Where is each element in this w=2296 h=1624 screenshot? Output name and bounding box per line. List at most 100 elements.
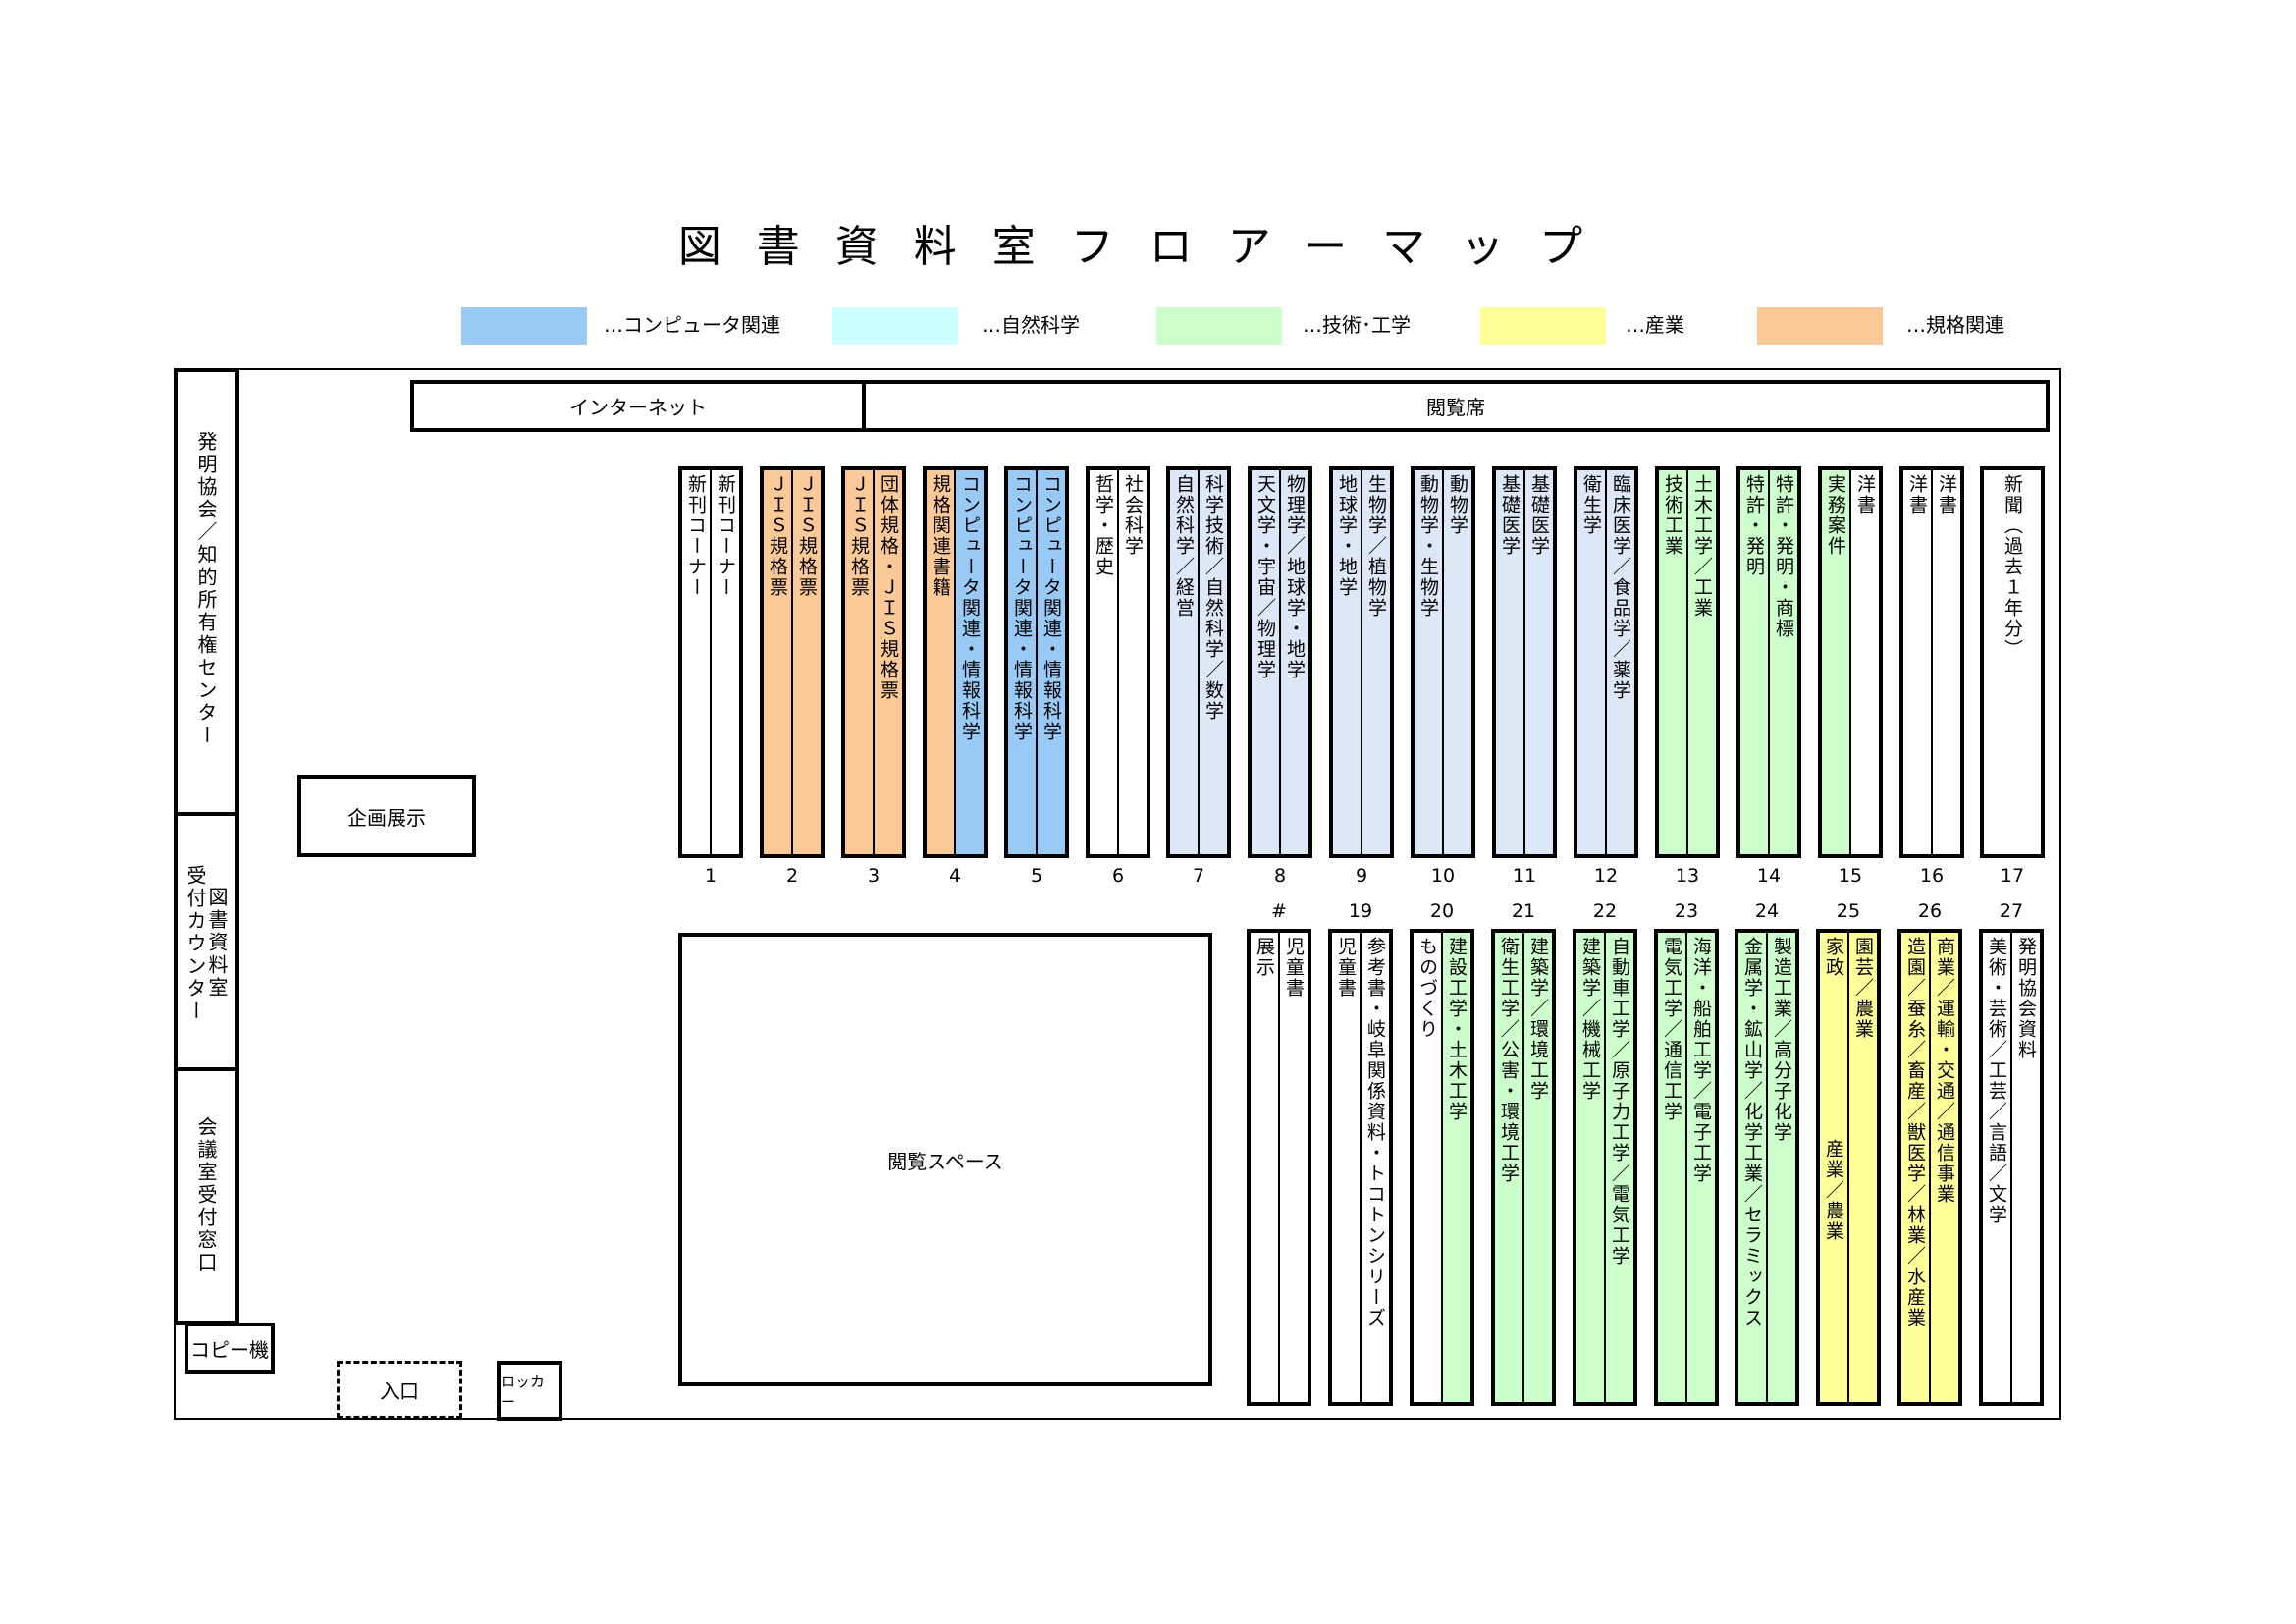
shelf-section-left: ものづくり [1414, 933, 1443, 1402]
shelf-label-right: 自動車工学／原子力工学／電気工学 [1609, 937, 1630, 1267]
shelf-section-right: 社会科学 [1119, 470, 1147, 854]
shelf-label-right: ＪＩＳ規格票 [796, 474, 818, 598]
shelf-top_shelves-7[interactable]: 科学技術／自然科学／数学 自然科学／経営 [1166, 466, 1231, 858]
shelf-number: 25 [1836, 900, 1861, 922]
reading-seats-area[interactable]: 閲覧席 [862, 380, 2050, 432]
shelf-bottom_shelves-7[interactable]: 製造工業／高分子化学 金属学・鉱山学／化学工業／セラミックス [1735, 929, 1799, 1406]
shelf-section-right: 基礎医学 [1525, 470, 1553, 854]
shelf-section-left: 技術工業 [1659, 470, 1688, 854]
shelf-top_shelves-1[interactable]: 新刊コーナー 新刊コーナー [678, 466, 743, 858]
copy-machine-label: コピー機 [190, 1337, 269, 1362]
reading-space-label: 閲覧スペース [887, 1149, 1003, 1173]
shelf-bottom_shelves-10[interactable]: 発明協会資料 美術・芸術／工芸／言語／文学 [1979, 929, 2044, 1406]
copy-machine[interactable]: コピー機 [185, 1323, 275, 1374]
shelf-label-left: 哲学・歴史 [1093, 474, 1114, 577]
library-counter-label-1: 図書資料室 [205, 887, 229, 1000]
shelf-section-right: 洋書 [1933, 470, 1960, 854]
shelf-label-left: 自然科学／経営 [1173, 474, 1195, 619]
shelf-label-left: 天文学・宇宙／物理学 [1255, 474, 1276, 680]
shelf-top_shelves-13[interactable]: 土木工学／工業 技術工業 [1655, 466, 1720, 858]
shelf-label-right: 生物学／植物学 [1365, 474, 1387, 619]
shelf-bottom_shelves-6[interactable]: 海洋・船舶工学／電子工学 電気工学／通信工学 [1654, 929, 1719, 1406]
shelf-label-right: 洋書 [1936, 474, 1957, 515]
shelf-number: 1 [704, 865, 718, 887]
shelf-label-left: 基礎医学 [1499, 474, 1521, 557]
shelf-bottom_shelves-2[interactable]: 参考書・岐阜関係資料・トコトンシリーズ 児童書 [1328, 929, 1393, 1406]
shelf-section-left: 家政 産業／農業 [1820, 933, 1849, 1402]
shelf-label-left: 建築学／機械工学 [1579, 937, 1601, 1102]
shelf-top_shelves-4[interactable]: コンピュータ関連・情報科学 規格関連書籍 [923, 466, 988, 858]
shelf-label-right: 商業／運輸・交通／通信事業 [1934, 937, 1955, 1205]
shelf-top_shelves-8[interactable]: 物理学／地球学・地学 天文学・宇宙／物理学 [1248, 466, 1312, 858]
shelf-section-right: 商業／運輸・交通／通信事業 [1931, 933, 1958, 1402]
shelf-bottom_shelves-3[interactable]: 建設工学・土木工学 ものづくり [1410, 929, 1474, 1406]
shelf-label-right: 物理学／地球学・地学 [1284, 474, 1306, 680]
shelf-bottom_shelves-9[interactable]: 商業／運輸・交通／通信事業 造園／蚕糸／畜産／獣医学／林業／水産業 [1897, 929, 1962, 1406]
shelf-top_shelves-10[interactable]: 動物学 動物学・生物学 [1411, 466, 1475, 858]
hatsumei-center[interactable]: 発明協会／知的所有権センター [174, 368, 239, 816]
shelf-number: 14 [1756, 865, 1782, 887]
shelf-top_shelves-3[interactable]: 団体規格・ＪＩＳ規格票 ＪＩＳ規格票 [841, 466, 906, 858]
shelf-number: 24 [1754, 900, 1780, 922]
shelf-top_shelves-16[interactable]: 洋書 洋書 [1899, 466, 1964, 858]
internet-label: インターネット [569, 396, 707, 419]
shelf-bottom_shelves-8[interactable]: 園芸／農業 家政 産業／農業 [1816, 929, 1881, 1406]
shelf-section-right: 特許・発明・商標 [1770, 470, 1797, 854]
shelf-label: 新聞（過去１年分） [2002, 474, 2023, 660]
shelf-label-left: 動物学・生物学 [1417, 474, 1439, 619]
shelf-number: 27 [1999, 900, 2024, 922]
shelf-label-left: 衛生学 [1580, 474, 1602, 536]
shelf-section-left: 基礎医学 [1496, 470, 1525, 854]
hatsumei-center-label: 発明協会／知的所有権センター [194, 431, 218, 747]
library-counter[interactable]: 図書資料室 受付カウンター [174, 812, 239, 1071]
shelf-top_shelves-9[interactable]: 生物学／植物学 地球学・地学 [1329, 466, 1394, 858]
shelf-number: 10 [1430, 865, 1456, 887]
shelf-section-right: 建築学／環境工学 [1524, 933, 1552, 1402]
shelf-bottom_shelves-5[interactable]: 自動車工学／原子力工学／電気工学 建築学／機械工学 [1573, 929, 1637, 1406]
legend-label-computer: …コンピュータ関連 [604, 313, 780, 337]
shelf-top_shelves-12[interactable]: 臨床医学／食品学／薬学 衛生学 [1574, 466, 1638, 858]
shelf-number: # [1271, 900, 1287, 922]
shelf-section-left: 新刊コーナー [682, 470, 712, 854]
shelf-top_shelves-17[interactable]: 新聞（過去１年分） [1980, 466, 2045, 858]
shelf-top_shelves-6[interactable]: 社会科学 哲学・歴史 [1086, 466, 1150, 858]
shelf-bottom_shelves-1[interactable]: 児童書 展示 [1247, 929, 1311, 1406]
shelf-top_shelves-11[interactable]: 基礎医学 基礎医学 [1492, 466, 1557, 858]
shelf-label-right: 建設工学・土木工学 [1446, 937, 1468, 1122]
shelf-top_shelves-15[interactable]: 洋書 実務案件 [1818, 466, 1883, 858]
shelf-section-left: 自然科学／経営 [1170, 470, 1200, 854]
shelf-label-right: 土木工学／工業 [1691, 474, 1713, 619]
shelf-section-right: 児童書 [1280, 933, 1308, 1402]
shelf-number: 8 [1273, 865, 1287, 887]
shelf-section-right: 建設工学・土木工学 [1443, 933, 1470, 1402]
shelf-section-left: 衛生学 [1577, 470, 1607, 854]
shelf-section-left: 動物学・生物学 [1415, 470, 1444, 854]
shelf-number: 17 [2000, 865, 2025, 887]
shelf-section-left: コンピュータ関連・情報科学 [1008, 470, 1038, 854]
internet-area[interactable]: インターネット [410, 380, 866, 432]
shelf-section-right: 物理学／地球学・地学 [1281, 470, 1308, 854]
shelf-label-left: 金属学・鉱山学／化学工業／セラミックス [1741, 937, 1763, 1328]
shelf-number: 7 [1192, 865, 1205, 887]
reading-space[interactable]: 閲覧スペース [678, 933, 1212, 1386]
shelf-top_shelves-14[interactable]: 特許・発明・商標 特許・発明 [1736, 466, 1801, 858]
shelf-section-left: 展示 [1251, 933, 1280, 1402]
shelf-section-left: 実務案件 [1822, 470, 1851, 854]
legend-swatch-science [832, 307, 958, 345]
meeting-room-counter[interactable]: 会議室受付窓口 [174, 1067, 239, 1325]
shelf-section-left: 衛生工学／公害・環境工学 [1495, 933, 1524, 1402]
exhibit-area[interactable]: 企画展示 [297, 775, 476, 857]
entrance[interactable]: 入口 [337, 1361, 462, 1419]
shelf-number: 20 [1429, 900, 1455, 922]
shelf-section-left: 洋書 [1903, 470, 1933, 854]
shelf-section-left: 建築学／機械工学 [1576, 933, 1606, 1402]
shelf-label-right: 建築学／環境工学 [1527, 937, 1549, 1102]
legend-swatch-standards [1757, 307, 1883, 345]
shelf-section-left: 天文学・宇宙／物理学 [1252, 470, 1281, 854]
shelf-section-right: 臨床医学／食品学／薬学 [1607, 470, 1634, 854]
legend-swatch-computer [461, 307, 587, 345]
shelf-bottom_shelves-4[interactable]: 建築学／環境工学 衛生工学／公害・環境工学 [1491, 929, 1556, 1406]
shelf-top_shelves-5[interactable]: コンピュータ関連・情報科学 コンピュータ関連・情報科学 [1004, 466, 1069, 858]
locker[interactable]: ロッカー [497, 1361, 562, 1421]
shelf-top_shelves-2[interactable]: ＪＩＳ規格票 ＪＩＳ規格票 [760, 466, 825, 858]
